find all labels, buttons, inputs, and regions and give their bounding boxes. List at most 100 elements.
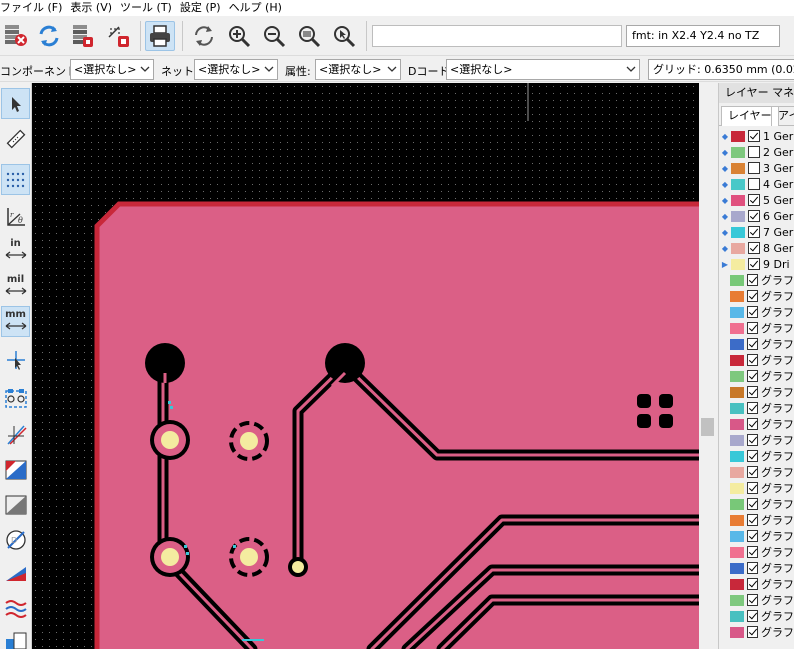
layer-color-swatch[interactable] [730,354,744,366]
cursor-crosshair-icon[interactable] [1,344,30,375]
layer-color-swatch[interactable] [731,130,745,142]
layer-row[interactable]: グラフ [719,448,794,464]
layer-color-swatch[interactable] [730,514,744,526]
layer-visibility-checkbox[interactable] [748,226,760,238]
layer-row[interactable]: グラフ [719,320,794,336]
layer-row[interactable]: グラフ [719,432,794,448]
layers-manager-icon[interactable] [1,625,30,649]
tab-items[interactable]: アイ [771,106,794,126]
layer-color-swatch[interactable] [730,546,744,558]
layer-visibility-checkbox[interactable] [748,146,760,158]
diff-mode-icon[interactable] [1,557,30,588]
layer-row[interactable]: グラフ [719,304,794,320]
layer-color-swatch[interactable] [731,146,745,158]
zoom-in-icon[interactable] [224,21,254,51]
layer-visibility-checkbox[interactable] [746,274,758,286]
layer-row[interactable]: ◆ 6 Ger [719,208,794,224]
layer-visibility-checkbox[interactable] [746,306,758,318]
layer-row[interactable]: グラフ [719,608,794,624]
grid-select[interactable]: グリッド: 0.6350 mm (0.0250 [648,59,794,80]
reload-icon[interactable] [34,21,64,51]
layer-visibility-checkbox[interactable] [746,562,758,574]
measure-tool-icon[interactable] [1,123,30,154]
layer-row[interactable]: ▶ 9 Dri [719,256,794,272]
layer-visibility-checkbox[interactable] [746,546,758,558]
layer-color-swatch[interactable] [731,210,745,222]
close-file-icon[interactable] [1,21,31,51]
layer-visibility-checkbox[interactable] [746,482,758,494]
layer-color-swatch[interactable] [730,594,744,606]
layer-row[interactable]: グラフ [719,624,794,640]
layer-visibility-checkbox[interactable] [748,162,760,174]
layer-visibility-checkbox[interactable] [748,242,760,254]
layer-visibility-checkbox[interactable] [748,210,760,222]
layer-visibility-checkbox[interactable] [746,514,758,526]
layer-row[interactable]: ◆ 4 Ger [719,176,794,192]
layer-color-swatch[interactable] [730,322,744,334]
layer-visibility-checkbox[interactable] [746,498,758,510]
attribute-select[interactable]: <選択なし> [315,59,401,80]
layer-color-swatch[interactable] [730,290,744,302]
layer-color-swatch[interactable] [731,226,745,238]
layer-row[interactable]: グラフ [719,400,794,416]
layer-color-swatch[interactable] [730,562,744,574]
layer-color-swatch[interactable] [730,434,744,446]
layer-color-swatch[interactable] [730,418,744,430]
select-tool-icon[interactable] [1,88,30,119]
dcode-select[interactable]: <選択なし> [446,59,640,80]
vertical-scrollbar[interactable] [699,83,716,649]
layer-color-swatch[interactable] [730,530,744,542]
gerber-canvas[interactable] [32,83,699,649]
layer-row[interactable]: グラフ [719,272,794,288]
layer-color-swatch[interactable] [730,306,744,318]
layer-row[interactable]: グラフ [719,576,794,592]
layer-row[interactable]: グラフ [719,528,794,544]
mm-units-button[interactable]: mm [1,306,30,337]
layer-color-swatch[interactable] [730,482,744,494]
open-layers-icon[interactable] [67,21,97,51]
flashed-items-sketch-icon[interactable] [1,383,30,414]
layer-visibility-checkbox[interactable] [746,418,758,430]
layer-visibility-checkbox[interactable] [746,594,758,606]
layer-row[interactable]: グラフ [719,352,794,368]
polar-coords-icon[interactable]: rθ [1,201,30,232]
polygons-sketch-icon[interactable] [1,453,30,484]
layer-color-swatch[interactable] [730,466,744,478]
layer-row[interactable]: グラフ [719,464,794,480]
layer-visibility-checkbox[interactable] [746,434,758,446]
layer-visibility-checkbox[interactable] [746,322,758,334]
layer-color-swatch[interactable] [731,162,745,174]
scrollbar-thumb[interactable] [701,418,714,436]
layer-visibility-checkbox[interactable] [748,194,760,206]
layer-visibility-checkbox[interactable] [746,450,758,462]
zoom-out-icon[interactable] [259,21,289,51]
layer-row[interactable]: グラフ [719,384,794,400]
layer-row[interactable]: グラフ [719,544,794,560]
command-input[interactable] [372,25,622,47]
mil-units-button[interactable]: mil [1,271,30,302]
layer-visibility-checkbox[interactable] [748,178,760,190]
high-contrast-icon[interactable] [1,591,30,622]
layer-visibility-checkbox[interactable] [746,402,758,414]
layer-visibility-checkbox[interactable] [746,370,758,382]
layer-row[interactable]: ◆ 2 Ger [719,144,794,160]
dcodes-toggle-icon[interactable]: D [1,523,30,554]
redraw-icon[interactable] [189,21,219,51]
net-select[interactable]: <選択なし> [194,59,278,80]
layer-row[interactable]: グラフ [719,336,794,352]
layer-row[interactable]: グラフ [719,496,794,512]
layer-visibility-checkbox[interactable] [746,610,758,622]
menu-view[interactable]: 表示 (V) [70,0,118,16]
layer-color-swatch[interactable] [730,370,744,382]
layer-color-swatch[interactable] [731,242,745,254]
layer-row[interactable]: グラフ [719,416,794,432]
clear-icon[interactable] [103,21,133,51]
layer-visibility-checkbox[interactable] [746,354,758,366]
layer-color-swatch[interactable] [731,178,745,190]
layer-row[interactable]: ◆ 7 Ger [719,224,794,240]
menu-preferences[interactable]: 設定 (P) [180,0,227,16]
zoom-fit-icon[interactable] [294,21,324,51]
menu-help[interactable]: ヘルプ (H) [229,0,288,16]
layer-visibility-checkbox[interactable] [746,386,758,398]
layer-visibility-checkbox[interactable] [746,530,758,542]
